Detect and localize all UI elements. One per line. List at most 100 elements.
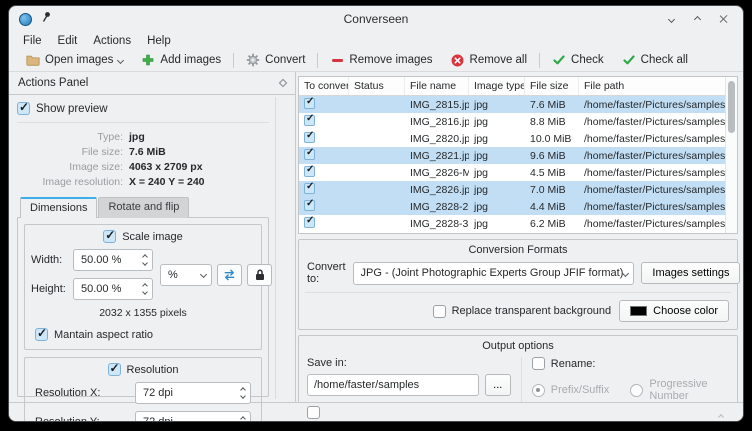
to-convert-checkbox[interactable] — [304, 200, 315, 211]
spin-arrows[interactable] — [241, 388, 245, 398]
choose-color-button[interactable]: Choose color — [619, 300, 729, 322]
spin-arrows[interactable] — [143, 284, 147, 294]
spin-arrows[interactable] — [241, 417, 245, 422]
menu-edit[interactable]: Edit — [50, 35, 86, 47]
divider — [305, 292, 731, 293]
tab-rotate-and-flip[interactable]: Rotate and flip — [98, 197, 189, 218]
panel-scroll-track[interactable] — [275, 97, 276, 399]
rename-row[interactable]: Rename: — [532, 357, 729, 370]
browse-button[interactable]: ... — [485, 374, 511, 396]
scale-image-checkbox[interactable] — [103, 230, 116, 243]
resolution-title-row[interactable]: Resolution — [31, 358, 255, 382]
menu-help[interactable]: Help — [139, 35, 179, 47]
format-combobox[interactable]: JPG - (Joint Photographic Experts Group … — [353, 262, 635, 285]
save-in-input[interactable] — [307, 374, 479, 396]
to-convert-checkbox[interactable] — [304, 132, 315, 143]
rename-checkbox[interactable] — [532, 357, 545, 370]
table-row[interactable]: IMG_2820.jpgjpg10.0 MiB/home/faster/Pict… — [299, 130, 737, 147]
table-row[interactable]: IMG_2826-Mo...jpg4.5 MiB/home/faster/Pic… — [299, 164, 737, 181]
cell-file-name: IMG_2828-2.jpg — [405, 201, 469, 213]
show-preview-row[interactable]: Show preview — [17, 102, 269, 115]
cell-image-type: jpg — [469, 201, 525, 213]
scrollbar-thumb[interactable] — [728, 81, 735, 133]
cell-image-type: jpg — [469, 150, 525, 162]
cell-file-size: 6.2 MiB — [525, 218, 579, 230]
cell-image-type: jpg — [469, 133, 525, 145]
folder-open-icon — [26, 53, 40, 67]
to-convert-checkbox[interactable] — [304, 149, 315, 160]
table-row[interactable]: IMG_2816.jpgjpg8.8 MiB/home/faster/Pictu… — [299, 113, 737, 130]
table-row[interactable]: IMG_2826.jpgjpg7.0 MiB/home/faster/Pictu… — [299, 181, 737, 198]
show-preview-label: Show preview — [36, 103, 108, 115]
images-settings-button[interactable]: Images settings — [641, 262, 740, 284]
column-header-to-convert[interactable]: To convert — [299, 77, 349, 95]
toolbar-open-images-button[interactable]: Open images — [17, 52, 132, 68]
swap-arrows-icon — [223, 269, 236, 281]
toolbar-convert-button[interactable]: Convert — [237, 52, 314, 68]
resolution-checkbox[interactable] — [108, 363, 121, 376]
scale-image-title-row[interactable]: Scale image — [31, 225, 255, 249]
cell-file-path: /home/faster/Pictures/samples — [579, 116, 737, 128]
to-convert-checkbox[interactable] — [304, 98, 315, 109]
images-directory-checkbox[interactable] — [307, 406, 320, 419]
info-value: 4063 x 2709 px — [129, 161, 269, 173]
convert-to-label: Convert to: — [307, 261, 346, 285]
cell-file-path: /home/faster/Pictures/samples — [579, 99, 737, 111]
progressive-number-radio[interactable] — [630, 384, 643, 397]
prefix-suffix-radio[interactable] — [532, 384, 545, 397]
cell-file-path: /home/faster/Pictures/samples — [579, 167, 737, 179]
toolbar-add-images-button[interactable]: Add images — [132, 52, 230, 68]
to-convert-checkbox[interactable] — [304, 217, 315, 228]
resolution-x-spinbox[interactable]: 72 dpi — [135, 382, 251, 404]
add-plus-icon — [141, 53, 155, 67]
remove-minus-icon — [330, 53, 344, 67]
close-button[interactable] — [713, 11, 733, 27]
width-spinbox[interactable]: 50.00 % — [73, 249, 153, 271]
aspect-ratio-checkbox[interactable] — [35, 328, 48, 341]
column-header-image-type[interactable]: Image type — [469, 77, 525, 95]
column-header-file-path[interactable]: File path — [579, 77, 737, 95]
table-scrollbar[interactable] — [725, 77, 737, 233]
column-header-file-size[interactable]: File size — [525, 77, 579, 95]
float-panel-icon[interactable] — [279, 79, 287, 87]
height-spinbox[interactable]: 50.00 % — [73, 278, 153, 300]
toolbar-check-all-button[interactable]: Check all — [613, 52, 697, 68]
table-row[interactable]: IMG_2828-3.jpgjpg6.2 MiB/home/faster/Pic… — [299, 215, 737, 232]
to-convert-checkbox[interactable] — [304, 166, 315, 177]
cell-image-type: jpg — [469, 99, 525, 111]
info-label: Image size: — [17, 161, 123, 173]
spin-arrows[interactable] — [143, 255, 147, 265]
lock-aspect-button[interactable] — [247, 264, 272, 286]
toolbar-remove-images-button[interactable]: Remove images — [321, 52, 441, 68]
resolution-y-spinbox[interactable]: 72 dpi — [135, 411, 251, 422]
column-header-file-name[interactable]: File name — [405, 77, 469, 95]
titlebar: Converseen — [9, 6, 743, 32]
table-row[interactable]: IMG_2828-2.jpgjpg4.4 MiB/home/faster/Pic… — [299, 198, 737, 215]
menu-actions[interactable]: Actions — [85, 35, 139, 47]
table-row[interactable]: IMG_2821.jpgjpg9.6 MiB/home/faster/Pictu… — [299, 147, 737, 164]
toolbar-check-button[interactable]: Check — [543, 52, 613, 68]
reset-dimensions-button[interactable] — [217, 264, 242, 286]
aspect-ratio-row[interactable]: Mantain aspect ratio — [31, 328, 255, 341]
maximize-button[interactable] — [687, 11, 707, 27]
menu-file[interactable]: File — [15, 35, 50, 47]
divider — [17, 122, 269, 123]
prefix-suffix-radio-row[interactable]: Prefix/Suffix — [532, 378, 631, 402]
cell-file-path: /home/faster/Pictures/samples — [579, 184, 737, 196]
tab-dimensions[interactable]: Dimensions — [20, 197, 97, 218]
show-preview-checkbox[interactable] — [17, 102, 30, 115]
table-row[interactable]: IMG_2815.jpgjpg7.6 MiB/home/faster/Pictu… — [299, 96, 737, 113]
resolution-group: Resolution Resolution X: 72 dpi Resoluti… — [24, 357, 262, 422]
cell-file-name: IMG_2820.jpg — [405, 133, 469, 145]
to-convert-checkbox[interactable] — [304, 115, 315, 126]
toolbar-remove-all-button[interactable]: Remove all — [442, 52, 537, 68]
replace-bg-row[interactable]: Replace transparent background — [433, 305, 612, 318]
progressive-number-radio-row[interactable]: Progressive Number — [630, 378, 729, 402]
unit-combobox[interactable]: % — [160, 264, 212, 286]
to-convert-checkbox[interactable] — [304, 183, 315, 194]
dimensions-tab-pane: Scale image Width: 50.00 % — [17, 217, 269, 397]
column-header-status[interactable]: Status — [349, 77, 405, 95]
minimize-button[interactable] — [661, 11, 681, 27]
replace-bg-checkbox[interactable] — [433, 305, 446, 318]
gear-icon — [246, 53, 260, 67]
